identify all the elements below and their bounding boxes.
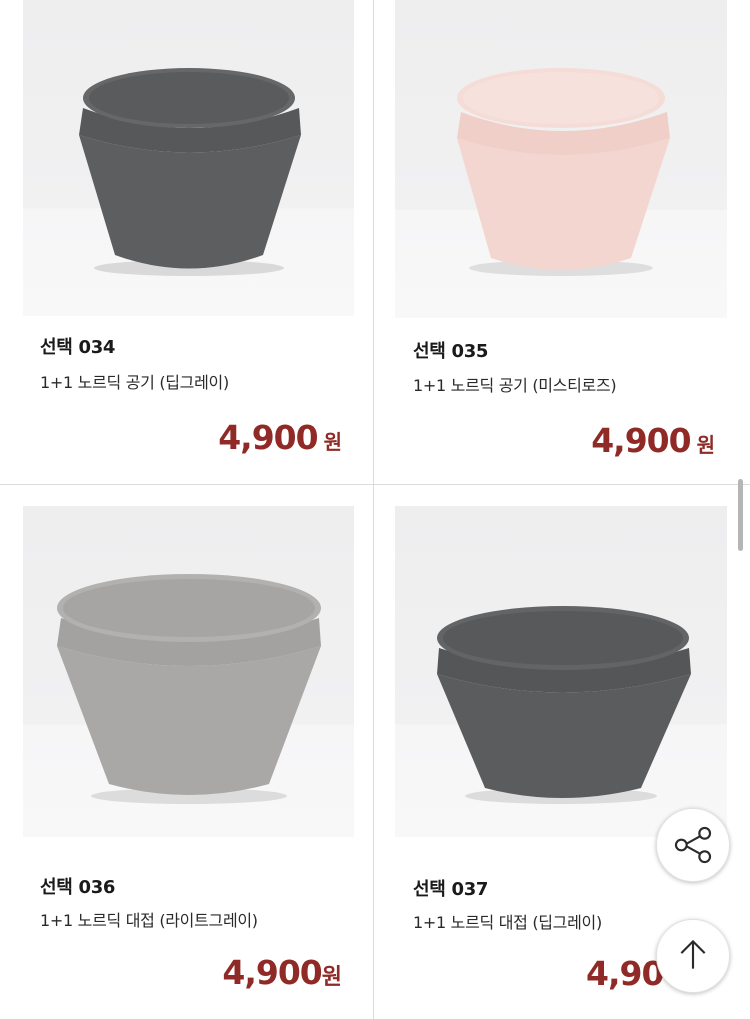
product-name[interactable]: 1+1 노르딕 대접 (라이트그레이) xyxy=(40,907,258,931)
product-image[interactable] xyxy=(395,0,727,318)
product-card[interactable]: 선택 035 1+1 노르딕 공기 (미스티로즈) 4,900 원 xyxy=(374,0,750,484)
price-value: 4,900 xyxy=(222,953,322,992)
product-code: 선택 037 xyxy=(413,879,489,900)
product-code: 선택 036 xyxy=(40,877,116,898)
product-price: 4,90 xyxy=(586,954,664,993)
product-name[interactable]: 1+1 노르딕 공기 (미스티로즈) xyxy=(413,372,617,396)
price-value: 4,90 xyxy=(586,954,664,993)
bowl-illustration xyxy=(57,574,321,804)
product-image[interactable] xyxy=(23,0,354,316)
price-value: 4,900 xyxy=(591,421,691,460)
arrow-up-icon xyxy=(680,939,706,969)
share-button[interactable] xyxy=(656,808,730,882)
share-icon xyxy=(674,826,712,864)
product-code: 선택 035 xyxy=(413,341,489,362)
bowl-illustration xyxy=(79,68,301,276)
bowl-illustration xyxy=(457,68,670,276)
scroll-top-button[interactable] xyxy=(656,919,730,993)
product-name[interactable]: 1+1 노르딕 대접 (딥그레이) xyxy=(413,909,602,933)
price-unit: 원 xyxy=(696,433,715,457)
product-image[interactable] xyxy=(23,506,354,837)
product-price: 4,900원 xyxy=(591,421,715,460)
product-grid: 선택 034 1+1 노르딕 공기 (딥그레이) 4,900 원 선택 035 1… xyxy=(0,0,750,1019)
product-name[interactable]: 1+1 노르딕 공기 (딥그레이) xyxy=(40,369,229,393)
product-price: 4,900원 xyxy=(222,953,342,992)
product-price: 4,900원 xyxy=(218,418,342,457)
price-value: 4,900 xyxy=(218,418,318,457)
price-unit: 원 xyxy=(321,965,342,990)
column-divider xyxy=(373,0,374,1019)
scrollbar[interactable] xyxy=(738,479,743,551)
product-code: 선택 034 xyxy=(40,337,116,358)
product-image[interactable] xyxy=(395,506,727,837)
row-divider xyxy=(0,484,750,485)
bowl-illustration xyxy=(437,606,691,804)
product-card[interactable]: 선택 034 1+1 노르딕 공기 (딥그레이) 4,900 원 xyxy=(0,0,374,484)
price-unit: 원 xyxy=(323,430,342,454)
product-card[interactable]: 선택 036 1+1 노르딕 대접 (라이트그레이) 4,900원 xyxy=(0,484,374,1019)
